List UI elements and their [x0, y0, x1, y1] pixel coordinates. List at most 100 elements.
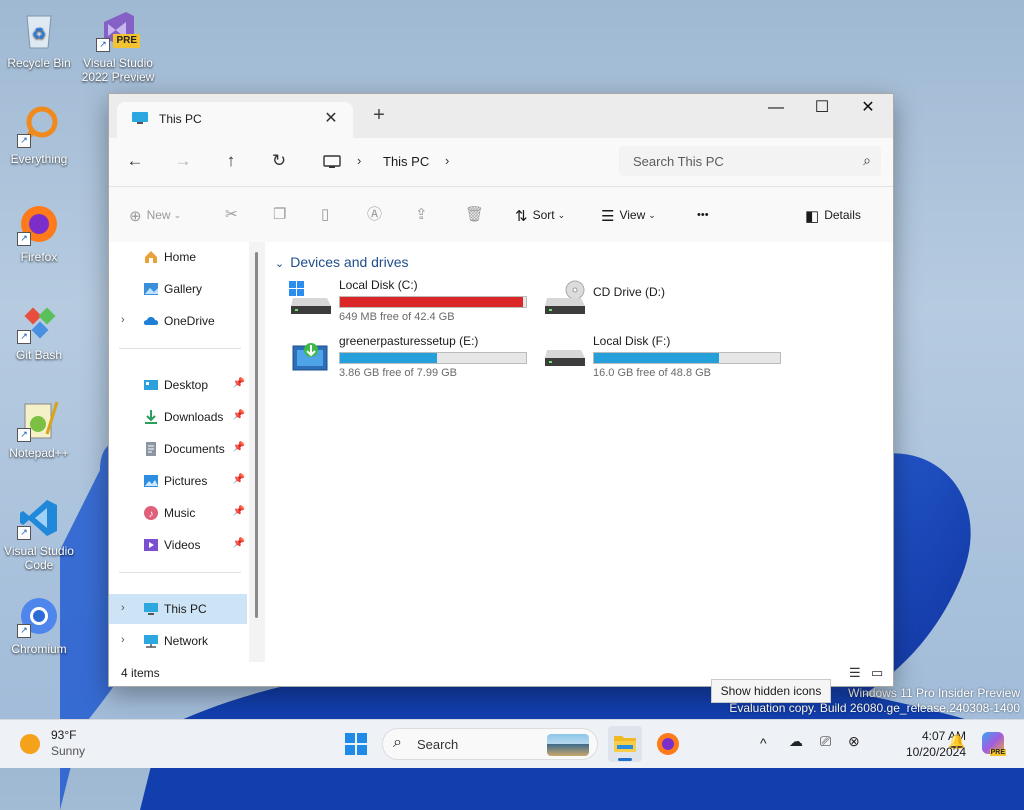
details-pane-icon: ◧	[805, 208, 820, 225]
chevron-down-icon: ⌄	[173, 210, 182, 220]
sidebar-item-network[interactable]: › Network	[109, 626, 247, 656]
sidebar-item-documents[interactable]: Documents 📌	[109, 434, 247, 464]
weather-sun-icon[interactable]	[20, 734, 40, 754]
new-button[interactable]: ⊕ New ⌄	[129, 205, 181, 227]
chevron-right-icon[interactable]: ›	[121, 314, 125, 326]
desktop-icon-label: Recycle Bin	[7, 56, 71, 70]
everything-icon: ↗	[17, 104, 61, 148]
tab-close-button[interactable]: ✕	[321, 108, 341, 128]
cd-drive-icon	[545, 280, 585, 314]
chevron-right-icon[interactable]: ›	[121, 602, 125, 614]
item-count: 4 items	[121, 666, 160, 680]
drive-d[interactable]: CD Drive (D:)	[543, 278, 783, 326]
drive-e[interactable]: greenerpasturessetup (E:) 3.86 GB free o…	[289, 334, 529, 382]
sidebar-item-videos[interactable]: Videos 📌	[109, 530, 247, 560]
search-highlight-image	[547, 734, 589, 756]
paste-button[interactable]: ▯	[321, 205, 329, 227]
view-button[interactable]: ☰ View ⌄	[601, 205, 656, 227]
up-button[interactable]: ↑	[217, 150, 245, 174]
sidebar-item-desktop[interactable]: Desktop 📌	[109, 370, 247, 400]
drive-name: Local Disk (F:)	[593, 334, 671, 348]
sidebar-item-label: Videos	[164, 538, 201, 552]
desktop-icon-git-bash[interactable]: ↗ Git Bash	[1, 300, 77, 362]
recycle-bin-icon: ♻	[17, 8, 61, 52]
sidebar-item-home[interactable]: Home	[109, 242, 247, 272]
pictures-icon	[144, 475, 158, 487]
weather-temperature[interactable]: 93°F	[51, 728, 76, 742]
network-tray-icon[interactable]: ⎚	[820, 733, 831, 750]
drive-c[interactable]: Local Disk (C:) 649 MB free of 42.4 GB	[289, 278, 529, 326]
breadcrumb-this-pc[interactable]: This PC	[383, 154, 429, 169]
search-input[interactable]: Search This PC ⌕	[619, 146, 881, 176]
rename-button[interactable]: Ⓐ	[367, 205, 382, 227]
content-pane: ⌄ Devices and drives Local Disk (C:) 649 …	[265, 242, 893, 662]
more-options-button[interactable]: •••	[697, 205, 709, 227]
start-button[interactable]	[344, 732, 368, 756]
sidebar-scrollbar[interactable]	[255, 252, 258, 618]
sidebar-item-gallery[interactable]: Gallery	[109, 274, 247, 304]
drive-name: greenerpasturessetup (E:)	[339, 334, 479, 348]
forward-button[interactable]: →	[169, 150, 197, 174]
drive-usage-fill	[340, 297, 524, 307]
drive-f[interactable]: Local Disk (F:) 16.0 GB free of 48.8 GB	[543, 334, 783, 382]
taskbar-file-explorer[interactable]	[608, 726, 642, 762]
desktop-icon-recycle-bin[interactable]: ♻ Recycle Bin	[1, 8, 77, 70]
sidebar-item-music[interactable]: ♪ Music 📌	[109, 498, 247, 528]
svg-text:♻: ♻	[32, 26, 46, 43]
drive-free-space: 16.0 GB free of 48.8 GB	[593, 367, 712, 379]
onedrive-tray-icon[interactable]: ☁	[789, 733, 803, 750]
details-button[interactable]: ◧ Details	[805, 205, 861, 227]
desktop-icon-everything[interactable]: ↗ Everything	[1, 104, 77, 166]
show-hidden-icons-button[interactable]: ^	[760, 735, 767, 751]
shortcut-arrow-icon: ↗	[96, 38, 110, 52]
breadcrumb-chevron-icon[interactable]: ›	[445, 153, 449, 168]
sidebar-divider	[119, 348, 241, 349]
address-bar[interactable]: › This PC ›	[317, 146, 617, 178]
sidebar-item-onedrive[interactable]: › OneDrive	[109, 306, 247, 336]
sort-button[interactable]: ⇅ Sort ⌄	[515, 205, 565, 227]
volume-muted-tray-icon[interactable]: ⊗	[848, 733, 860, 750]
firefox-icon: ↗	[17, 202, 61, 246]
sidebar-item-this-pc[interactable]: › This PC	[109, 594, 247, 624]
sidebar-item-downloads[interactable]: Downloads 📌	[109, 402, 247, 432]
refresh-button[interactable]: ↻	[265, 150, 293, 174]
back-button[interactable]: ←	[121, 150, 149, 174]
breadcrumb-chevron-icon[interactable]: ›	[357, 153, 361, 168]
taskbar-search[interactable]: ⌕ Search	[382, 728, 598, 760]
tab-this-pc[interactable]: This PC ✕	[117, 102, 353, 138]
notification-bell-icon[interactable]: 🔔	[948, 733, 965, 750]
copy-button[interactable]: ❐	[273, 205, 286, 227]
large-icons-view-button[interactable]: ▭	[871, 665, 883, 681]
delete-button[interactable]: 🗑	[465, 205, 484, 227]
pin-icon: 📌	[232, 410, 245, 421]
group-header[interactable]: ⌄ Devices and drives	[275, 254, 409, 270]
close-button[interactable]: ✕	[845, 94, 891, 124]
git-bash-icon: ↗	[17, 300, 61, 344]
pin-icon: 📌	[232, 506, 245, 517]
taskbar-firefox[interactable]	[656, 732, 680, 756]
desktop-icon-firefox[interactable]: ↗ Firefox	[1, 202, 77, 264]
minimize-button[interactable]: —	[753, 94, 799, 124]
cut-button[interactable]: ✂	[225, 205, 238, 227]
desktop-icon-notepad-plus-plus[interactable]: ↗ Notepad++	[1, 398, 77, 460]
drive-usage-bar	[339, 352, 527, 364]
share-button[interactable]: ⇪	[415, 205, 428, 227]
title-bar[interactable]: This PC ✕ + — ☐ ✕	[109, 94, 893, 138]
sidebar-item-label: Gallery	[164, 282, 203, 296]
desktop-icon-vscode[interactable]: ↗ Visual Studio Code	[1, 496, 77, 572]
desktop-icon-visual-studio[interactable]: PRE ↗ Visual Studio 2022 Preview	[80, 8, 156, 84]
chevron-right-icon[interactable]: ›	[121, 634, 125, 646]
desktop-icon-chromium[interactable]: ↗ Chromium	[1, 594, 77, 656]
weather-description[interactable]: Sunny	[51, 744, 85, 758]
sidebar-item-pictures[interactable]: Pictures 📌	[109, 466, 247, 496]
maximize-button[interactable]: ☐	[799, 94, 845, 124]
details-view-button[interactable]: ☰	[849, 665, 861, 681]
drive-name: Local Disk (C:)	[339, 278, 418, 292]
shortcut-arrow-icon: ↗	[17, 134, 31, 148]
share-icon: ⇪	[415, 206, 428, 223]
sidebar-item-label: This PC	[164, 602, 207, 616]
shortcut-arrow-icon: ↗	[17, 232, 31, 246]
new-tab-button[interactable]: +	[367, 104, 391, 127]
copilot-button[interactable]: PRE	[982, 732, 1006, 756]
drive-usage-fill	[594, 353, 719, 363]
